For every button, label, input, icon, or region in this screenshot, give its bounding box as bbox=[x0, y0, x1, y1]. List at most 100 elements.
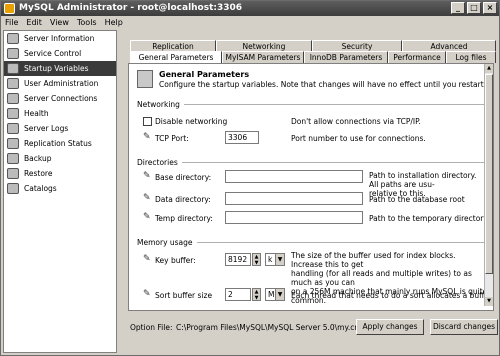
backup-icon bbox=[7, 153, 19, 164]
startup-variables-icon bbox=[7, 63, 19, 74]
sort-buffer-unit-select[interactable]: M ▼ bbox=[265, 288, 285, 301]
menu-edit[interactable]: Edit bbox=[26, 16, 42, 29]
chevron-down-icon: ▼ bbox=[275, 254, 284, 265]
pencil-icon[interactable]: ✎ bbox=[143, 213, 152, 222]
catalogs-icon bbox=[7, 183, 19, 194]
tab-log-files[interactable]: Log files bbox=[446, 51, 496, 63]
window-title: MySQL Administrator - root@localhost:330… bbox=[19, 3, 243, 13]
connections-icon bbox=[7, 93, 19, 104]
base-directory-label: Base directory: bbox=[155, 173, 212, 182]
menu-help[interactable]: Help bbox=[105, 16, 123, 29]
disable-networking-desc: Don't allow connections via TCP/IP. bbox=[291, 117, 421, 126]
sort-buffer-field[interactable]: 2 bbox=[225, 288, 251, 301]
service-control-icon bbox=[7, 48, 19, 59]
sort-buffer-unit: M bbox=[268, 290, 275, 299]
main-content: Replication Networking Security Advanced… bbox=[122, 30, 499, 353]
menu-tools[interactable]: Tools bbox=[77, 16, 97, 29]
key-buffer-field[interactable]: 8192 bbox=[225, 253, 251, 266]
sidebar-item-user-administration[interactable]: User Administration bbox=[4, 76, 116, 91]
tab-performance[interactable]: Performance bbox=[388, 51, 446, 63]
sidebar: Server Information Service Control Start… bbox=[3, 30, 117, 353]
sidebar-item-label: Startup Variables bbox=[24, 64, 89, 73]
option-file-path: C:\Program Files\MySQL\MySQL Server 5.0\… bbox=[176, 323, 362, 332]
key-buffer-label: Key buffer: bbox=[155, 256, 196, 265]
pencil-icon[interactable]: ✎ bbox=[143, 255, 152, 264]
page-subtitle: Configure the startup variables. Note th… bbox=[159, 80, 494, 89]
tcp-port-desc: Port number to use for connections. bbox=[291, 134, 426, 143]
sidebar-item-label: Server Logs bbox=[24, 124, 69, 133]
replication-icon bbox=[7, 138, 19, 149]
option-file-label: Option File: bbox=[130, 323, 173, 332]
data-directory-label: Data directory: bbox=[155, 195, 211, 204]
memory-section-title: Memory usage bbox=[137, 238, 197, 247]
general-parameters-icon bbox=[137, 70, 153, 88]
temp-directory-desc: Path to the temporary directory. bbox=[369, 214, 490, 223]
sidebar-item-label: Backup bbox=[24, 154, 52, 163]
sidebar-item-server-information[interactable]: Server Information bbox=[4, 31, 116, 46]
user-admin-icon bbox=[7, 78, 19, 89]
sidebar-item-restore[interactable]: Restore bbox=[4, 166, 116, 181]
data-directory-field[interactable] bbox=[225, 192, 363, 205]
vertical-scrollbar[interactable]: ▲ ▼ bbox=[484, 64, 493, 306]
pencil-icon[interactable]: ✎ bbox=[143, 172, 152, 181]
menu-view[interactable]: View bbox=[50, 16, 69, 29]
footer: Option File: C:\Program Files\MySQL\MySQ… bbox=[128, 319, 498, 349]
maximize-button[interactable]: □ bbox=[467, 2, 481, 14]
sidebar-item-label: Restore bbox=[24, 169, 53, 178]
sidebar-item-server-logs[interactable]: Server Logs bbox=[4, 121, 116, 136]
key-buffer-unit: k bbox=[268, 255, 273, 264]
sidebar-item-server-connections[interactable]: Server Connections bbox=[4, 91, 116, 106]
sidebar-item-backup[interactable]: Backup bbox=[4, 151, 116, 166]
directories-section-title: Directories bbox=[137, 158, 182, 167]
base-directory-field[interactable] bbox=[225, 170, 363, 183]
sidebar-item-label: Service Control bbox=[24, 49, 82, 58]
discard-changes-button[interactable]: Discard changes bbox=[430, 319, 498, 335]
tcp-port-label: TCP Port: bbox=[155, 134, 189, 143]
sort-buffer-label: Sort buffer size bbox=[155, 291, 213, 300]
networking-section-title: Networking bbox=[137, 100, 184, 109]
sidebar-item-label: Server Information bbox=[24, 34, 95, 43]
chevron-down-icon: ▼ bbox=[275, 289, 284, 300]
logs-icon bbox=[7, 123, 19, 134]
scroll-down-icon[interactable]: ▼ bbox=[485, 297, 493, 306]
pencil-icon[interactable]: ✎ bbox=[143, 194, 152, 203]
disable-networking-label: Disable networking bbox=[155, 117, 228, 126]
tcp-port-field[interactable]: 3306 bbox=[225, 131, 259, 144]
key-buffer-unit-select[interactable]: k ▼ bbox=[265, 253, 285, 266]
data-directory-desc: Path to the database root bbox=[369, 195, 465, 204]
sidebar-item-replication-status[interactable]: Replication Status bbox=[4, 136, 116, 151]
sidebar-item-label: Health bbox=[24, 109, 49, 118]
settings-panel: General Parameters Configure the startup… bbox=[128, 63, 494, 311]
title-bar: MySQL Administrator - root@localhost:330… bbox=[1, 1, 499, 16]
tab-general-parameters[interactable]: General Parameters bbox=[130, 51, 222, 63]
temp-directory-field[interactable] bbox=[225, 211, 363, 224]
sort-buffer-desc: Each thread that needs to do a sort allo… bbox=[291, 291, 493, 300]
sidebar-item-label: Server Connections bbox=[24, 94, 98, 103]
mysql-app-icon bbox=[4, 3, 15, 14]
menu-bar: File Edit View Tools Help bbox=[1, 16, 499, 29]
apply-changes-button[interactable]: Apply changes bbox=[356, 319, 424, 335]
server-info-icon bbox=[7, 33, 19, 44]
restore-icon bbox=[7, 168, 19, 179]
close-button[interactable]: × bbox=[483, 2, 497, 14]
scroll-thumb[interactable] bbox=[485, 74, 493, 274]
minimize-button[interactable]: _ bbox=[451, 2, 465, 14]
sort-buffer-spinner[interactable]: ▲ ▼ bbox=[252, 288, 261, 301]
page-title: General Parameters bbox=[159, 70, 250, 79]
sidebar-item-catalogs[interactable]: Catalogs bbox=[4, 181, 116, 196]
base-directory-desc: Path to installation directory. All path… bbox=[369, 171, 477, 198]
disable-networking-checkbox[interactable] bbox=[143, 117, 152, 126]
sidebar-item-health[interactable]: Health bbox=[4, 106, 116, 121]
scroll-up-icon[interactable]: ▲ bbox=[485, 64, 493, 73]
pencil-icon[interactable]: ✎ bbox=[143, 290, 152, 299]
sidebar-item-service-control[interactable]: Service Control bbox=[4, 46, 116, 61]
sidebar-item-label: User Administration bbox=[24, 79, 99, 88]
main-window: MySQL Administrator - root@localhost:330… bbox=[0, 0, 500, 356]
health-icon bbox=[7, 108, 19, 119]
menu-file[interactable]: File bbox=[5, 16, 18, 29]
sidebar-item-startup-variables[interactable]: Startup Variables bbox=[4, 61, 116, 76]
key-buffer-spinner[interactable]: ▲ ▼ bbox=[252, 253, 261, 266]
pencil-icon[interactable]: ✎ bbox=[143, 133, 152, 142]
tab-innodb-parameters[interactable]: InnoDB Parameters bbox=[304, 51, 388, 63]
tab-myisam-parameters[interactable]: MyISAM Parameters bbox=[222, 51, 304, 63]
